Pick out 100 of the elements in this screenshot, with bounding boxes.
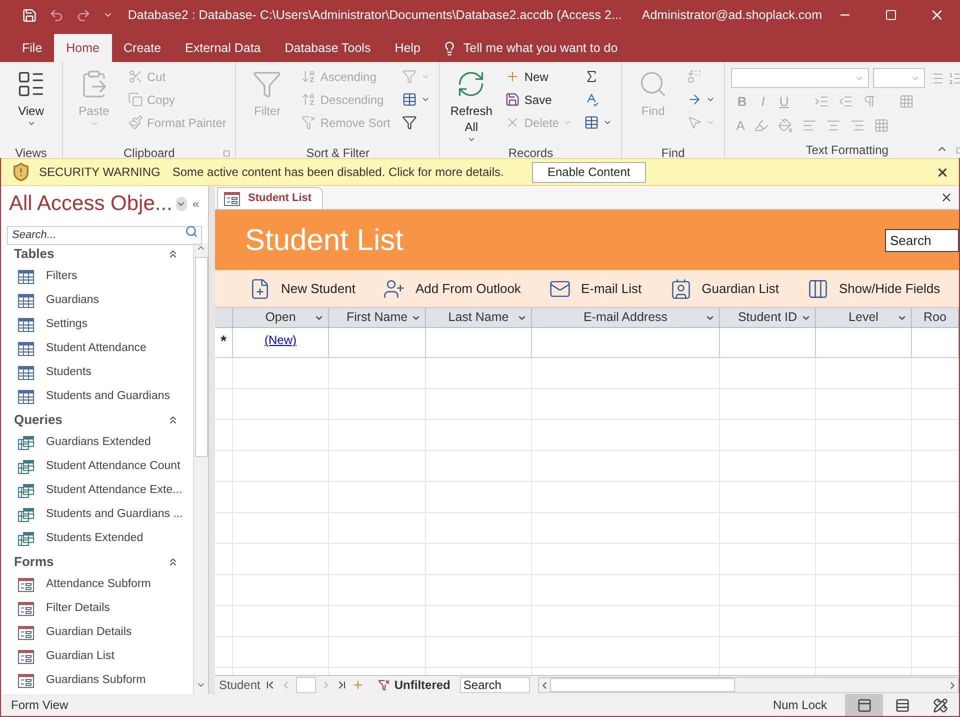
ribbon-tab[interactable]: Home xyxy=(54,34,112,62)
column-header[interactable]: Student ID xyxy=(720,308,816,327)
caret-icon xyxy=(706,118,716,127)
navigation-item[interactable]: Guardians Subform xyxy=(1,669,193,693)
navigation-item[interactable]: Student Attendance Count xyxy=(1,455,193,479)
query-icon xyxy=(18,532,34,546)
column-header[interactable]: First Name xyxy=(329,308,426,327)
ribbon-tab[interactable]: Help xyxy=(382,34,432,62)
arrow-icon xyxy=(687,92,702,107)
security-message[interactable]: Some active content has been disabled. Click for more details. xyxy=(172,163,504,181)
navigation-item[interactable]: Student Attendance Exte... xyxy=(1,479,193,503)
query-icon xyxy=(18,484,34,498)
paintbrush-icon xyxy=(128,115,143,130)
navigation-item[interactable]: Students Extended xyxy=(1,527,193,551)
gridlines-icon xyxy=(899,94,914,110)
column-header[interactable]: Open xyxy=(233,308,329,327)
scrollbar[interactable] xyxy=(193,243,208,694)
query-icon xyxy=(18,436,34,450)
column-header[interactable]: E-mail Address xyxy=(532,308,720,327)
close-icon[interactable] xyxy=(936,166,949,178)
command-button[interactable]: Show/Hide Fields xyxy=(806,278,940,300)
plus-icon xyxy=(505,69,520,84)
ribbon-tab[interactable]: Create xyxy=(112,34,174,62)
collapse-group-icon[interactable] xyxy=(167,414,179,426)
enable-content-button[interactable]: Enable Content xyxy=(532,162,646,182)
collapse-group-icon[interactable] xyxy=(167,248,179,260)
record-number-field[interactable] xyxy=(296,677,316,693)
highlighter-icon xyxy=(754,118,769,133)
new-link[interactable]: (New) xyxy=(264,331,296,349)
close-icon[interactable] xyxy=(940,191,953,204)
navigation-item[interactable]: Students and Guardians xyxy=(1,385,193,409)
column-header[interactable]: Roo xyxy=(912,308,959,327)
tell-me-field[interactable]: Tell me what you want to do xyxy=(432,34,628,62)
maximize-icon xyxy=(885,9,897,21)
warning-icon xyxy=(11,162,31,182)
save-button[interactable]: Save xyxy=(501,88,576,111)
group-header[interactable]: Queries xyxy=(14,410,62,430)
command-button[interactable]: Guardian List xyxy=(670,278,779,300)
column-header[interactable]: Last Name xyxy=(426,308,532,327)
caret-icon xyxy=(26,119,36,128)
view-button[interactable]: View xyxy=(5,65,57,145)
dropdown-icon[interactable] xyxy=(176,197,187,211)
command-button[interactable]: E-mail List xyxy=(548,278,642,300)
save-button[interactable] xyxy=(22,8,37,22)
record-search-field[interactable]: Search xyxy=(460,677,530,693)
ribbon-tab[interactable]: Database Tools xyxy=(272,34,383,62)
font-field[interactable] xyxy=(731,68,870,88)
refresh-button[interactable]: Refresh All xyxy=(445,65,498,145)
navigation-item[interactable]: Attendance Subform xyxy=(1,573,193,597)
navigation-title: All Access Obje... xyxy=(9,191,172,218)
launcher-icon[interactable] xyxy=(223,150,230,157)
navigation-item[interactable]: Guardians xyxy=(1,289,193,313)
horizontal-scrollbar[interactable] xyxy=(538,677,959,693)
search-icon[interactable] xyxy=(185,225,198,238)
layout-view-icon xyxy=(932,698,948,712)
redo-icon xyxy=(76,8,91,22)
pointer-icon xyxy=(687,115,702,130)
ribbon-tab[interactable]: File xyxy=(10,34,54,62)
outdent-icon xyxy=(838,94,854,110)
align-left-icon xyxy=(802,118,817,133)
group-header[interactable]: Tables xyxy=(14,244,54,264)
navigation-item[interactable]: Students and Guardians ... xyxy=(1,503,193,527)
navigation-item[interactable]: Filters xyxy=(1,265,193,289)
filter-status[interactable]: Unfiltered xyxy=(394,676,450,694)
form-search-field[interactable]: Search xyxy=(885,228,959,252)
caret-icon xyxy=(563,118,572,127)
navigation-item[interactable]: Filter Details xyxy=(1,597,193,621)
font-size-field[interactable] xyxy=(873,68,926,88)
form-view-icon xyxy=(856,698,872,712)
navigation-item[interactable]: Guardian List xyxy=(1,645,193,669)
new-button[interactable]: New xyxy=(501,65,576,88)
group-header[interactable]: Forms xyxy=(14,552,54,572)
group-label: Find xyxy=(661,145,685,162)
navigation-item[interactable]: Student Attendance xyxy=(1,337,193,361)
column-header[interactable]: Level xyxy=(816,308,912,327)
navigation-item[interactable]: Guardian Details xyxy=(1,621,193,645)
caret-icon xyxy=(421,72,430,81)
navigation-item[interactable]: Settings xyxy=(1,313,193,337)
group-label: Records xyxy=(508,145,554,162)
table-icon xyxy=(18,366,34,380)
document-tab[interactable]: Student List xyxy=(217,187,323,209)
collapse-group-icon[interactable] xyxy=(167,556,179,568)
navigation-item[interactable]: Guardians Extended xyxy=(1,431,193,455)
list-icon xyxy=(16,69,46,99)
table-icon xyxy=(18,270,34,284)
fill-icon xyxy=(778,118,793,133)
command-button[interactable]: New Student xyxy=(249,278,356,300)
ribbon-tab[interactable]: External Data xyxy=(173,34,273,62)
navigation-item[interactable]: Students xyxy=(1,361,193,385)
group-label: Clipboard xyxy=(123,145,175,162)
form-icon xyxy=(224,192,240,206)
numbering-icon xyxy=(948,70,960,86)
align-right-icon xyxy=(850,118,865,133)
funnel-icon xyxy=(402,115,418,130)
new-record-icon xyxy=(249,278,271,300)
navigation-search-field[interactable]: Search... xyxy=(7,226,202,244)
record-label: Student xyxy=(219,677,260,694)
command-button[interactable]: Add From Outlook xyxy=(383,278,521,300)
form-icon xyxy=(18,578,34,592)
view-button[interactable] xyxy=(845,694,883,716)
